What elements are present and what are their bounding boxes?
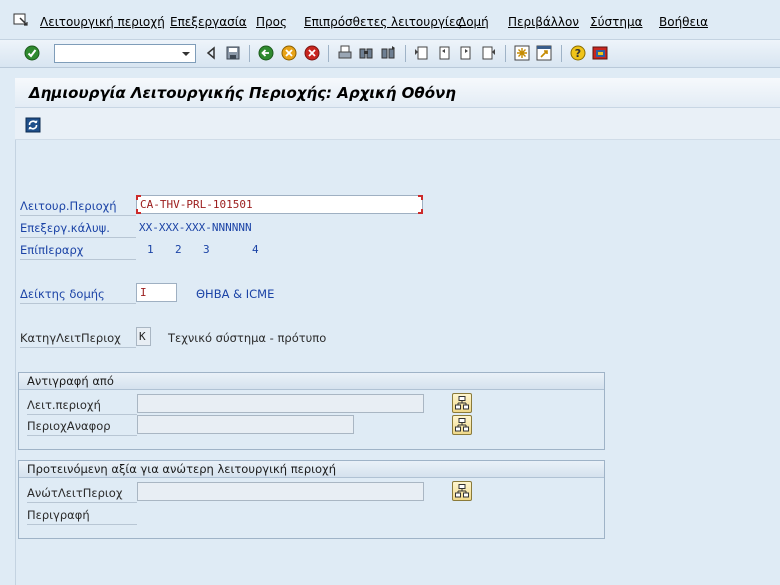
proposed-superior-group: Προτεινόμενη αξία για ανώτερη λειτουργικ… (18, 460, 605, 539)
svg-text:?: ? (575, 47, 581, 60)
hierarchy-icon (455, 484, 469, 498)
functional-location-value: CA-THV-PRL-101501 (140, 198, 253, 211)
required-marker (136, 195, 141, 200)
label-underline (20, 215, 136, 216)
find-next-icon[interactable] (380, 45, 396, 61)
copy-from-title: Αντιγραφή από (27, 374, 114, 388)
required-marker (418, 209, 423, 214)
chevron-down-icon[interactable] (179, 47, 193, 60)
save-icon[interactable] (225, 45, 241, 61)
menu-bar: Λειτουργική περιοχή Επεξεργασία Προς Επι… (0, 0, 780, 40)
label-underline (27, 414, 137, 415)
category-field: K (136, 327, 151, 346)
toolbar-separator (405, 45, 406, 62)
first-page-icon[interactable] (414, 45, 430, 61)
structure-indicator-value: I (140, 286, 147, 299)
back-arrow-icon[interactable] (203, 45, 219, 61)
menu-goto[interactable]: Προς (256, 15, 287, 29)
menu-system[interactable]: Σύστημα (590, 15, 643, 29)
previous-page-icon[interactable] (436, 45, 452, 61)
hierarchy-button[interactable] (452, 481, 472, 501)
copy-from-header: Αντιγραφή από (19, 373, 604, 390)
cancel-icon[interactable] (304, 45, 320, 61)
edit-mask-label: Επεξεργ.κάλυψ. (20, 221, 110, 235)
enter-icon[interactable] (24, 45, 40, 61)
proposed-superior-title: Προτεινόμενη αξία για ανώτερη λειτουργικ… (27, 462, 336, 476)
description-label: Περιγραφή (27, 508, 90, 522)
copy-func-loc-label: Λειτ.περιοχή (27, 398, 101, 412)
next-page-icon[interactable] (458, 45, 474, 61)
toolbar-separator (249, 45, 250, 62)
hierarchy-icon (455, 418, 469, 432)
reference-location-label: ΠεριοχΑναφορ (27, 419, 111, 433)
title-bar: Δημιουργία Λειτουργικής Περιοχής: Αρχική… (15, 78, 780, 108)
functional-location-label: Λειτουρ.Περιοχή (20, 199, 117, 213)
superior-location-input[interactable] (137, 482, 424, 501)
category-value: K (139, 330, 146, 343)
toolbar-separator (328, 45, 329, 62)
exit-icon[interactable] (281, 45, 297, 61)
label-underline (20, 237, 136, 238)
hierarchy-button[interactable] (452, 393, 472, 413)
functional-location-input[interactable]: CA-THV-PRL-101501 (136, 195, 423, 214)
shortcut-icon[interactable] (536, 45, 552, 61)
menu-functional-location[interactable]: Λειτουργική περιοχή (40, 15, 165, 29)
proposed-superior-header: Προτεινόμενη αξία για ανώτερη λειτουργικ… (19, 461, 604, 478)
hierarchy-level-4: 4 (252, 243, 259, 256)
required-marker (136, 209, 141, 214)
system-menu-icon[interactable] (13, 12, 29, 28)
hierarchy-level-3: 3 (203, 243, 210, 256)
toolbar-separator (561, 45, 562, 62)
required-marker (418, 195, 423, 200)
hierarchy-button[interactable] (452, 415, 472, 435)
hierarchy-level-1: 1 (147, 243, 154, 256)
label-underline (20, 347, 136, 348)
label-underline (27, 435, 137, 436)
toolbar-separator (505, 45, 506, 62)
back-icon[interactable] (258, 45, 274, 61)
main-screen: Λειτουρ.Περιοχή CA-THV-PRL-101501 Επεξερ… (15, 140, 780, 585)
menu-help[interactable]: Βοήθεια (659, 15, 708, 29)
menu-extras[interactable]: Επιπρόσθετες λειτουργίες (304, 15, 463, 29)
find-icon[interactable] (358, 45, 374, 61)
application-toolbar (15, 108, 780, 140)
label-underline (27, 524, 137, 525)
category-label: ΚατηγΛειτΠεριοχ (20, 331, 121, 345)
hierarchy-levels-label: ΕπίπΙεραρχ (20, 243, 84, 257)
menu-environment[interactable]: Περιβάλλον (508, 15, 579, 29)
standard-toolbar: ? (0, 40, 780, 68)
menu-edit[interactable]: Επεξεργασία (170, 15, 247, 29)
superior-location-label: ΑνώτΛειτΠεριοχ (27, 486, 123, 500)
structure-indicator-description: ΘΗΒΑ & ICME (196, 287, 275, 301)
hierarchy-level-2: 2 (175, 243, 182, 256)
hierarchy-icon (455, 396, 469, 410)
copy-from-group: Αντιγραφή από Λειτ.περιοχή ΠεριοχΑναφορ (18, 372, 605, 450)
page-title: Δημιουργία Λειτουργικής Περιοχής: Αρχική… (29, 84, 456, 102)
create-session-icon[interactable] (514, 45, 530, 61)
edit-mask-value: XX-XXX-XXX-NNNNNN (139, 221, 252, 234)
label-underline (27, 502, 137, 503)
label-underline (20, 303, 136, 304)
help-icon[interactable]: ? (570, 45, 586, 61)
last-page-icon[interactable] (480, 45, 496, 61)
refresh-icon[interactable] (25, 117, 41, 133)
structure-indicator-input[interactable]: I (136, 283, 177, 302)
command-field[interactable] (54, 44, 196, 63)
print-icon[interactable] (337, 45, 353, 61)
layout-icon[interactable] (592, 45, 608, 61)
copy-func-loc-input[interactable] (137, 394, 424, 413)
reference-location-input[interactable] (137, 415, 354, 434)
menu-structure[interactable]: Δομή (458, 15, 489, 29)
label-underline (20, 259, 136, 260)
structure-indicator-label: Δείκτης δομής (20, 287, 105, 301)
category-description: Τεχνικό σύστημα - πρότυπο (168, 331, 327, 345)
